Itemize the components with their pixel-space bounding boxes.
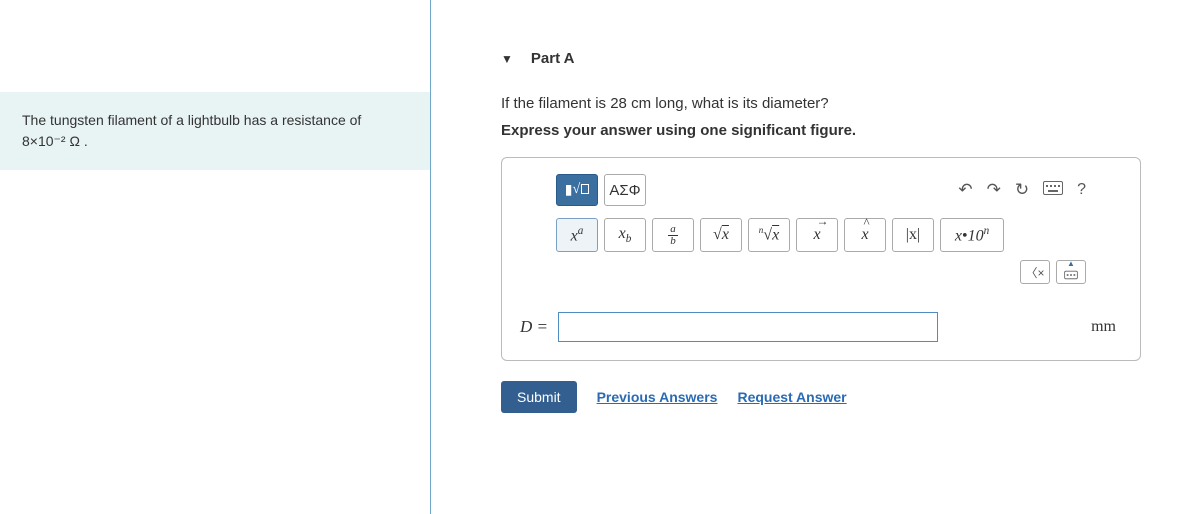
keyboard-icon[interactable]	[1043, 180, 1063, 200]
request-answer-link[interactable]: Request Answer	[737, 389, 846, 405]
greek-tab[interactable]: ΑΣΦ	[604, 174, 646, 206]
collapse-caret-icon[interactable]: ▼	[501, 52, 513, 66]
left-panel: The tungsten filament of a lightbulb has…	[0, 0, 430, 514]
answer-input[interactable]	[558, 312, 938, 342]
fraction-button[interactable]: ab	[652, 218, 694, 252]
backspace-button[interactable]: 〈×	[1020, 260, 1050, 284]
abs-button[interactable]: |x|	[892, 218, 934, 252]
hat-button[interactable]: ^x	[844, 218, 886, 252]
nth-root-button[interactable]: n√x	[748, 218, 790, 252]
help-icon[interactable]: ?	[1077, 181, 1086, 199]
right-panel: ▼ Part A If the filament is 28 cm long, …	[431, 0, 1200, 514]
answer-label: D =	[520, 317, 548, 337]
part-header[interactable]: ▼ Part A	[501, 50, 1170, 67]
answer-row: D = mm	[520, 312, 1122, 342]
toolbar-row-1: ▮√ ΑΣΦ ↶ ↷ ↻ ?	[520, 174, 1122, 218]
subscript-button[interactable]: xb	[604, 218, 646, 252]
reset-icon[interactable]: ↻	[1015, 180, 1029, 200]
sqrt-button[interactable]: √x	[700, 218, 742, 252]
undo-icon[interactable]: ↶	[958, 180, 972, 200]
superscript-button[interactable]: xa	[556, 218, 598, 252]
mini-toolbar: 〈× ▲	[520, 252, 1122, 284]
problem-text: The tungsten filament of a lightbulb has…	[22, 112, 361, 149]
answer-unit: mm	[1091, 318, 1116, 336]
action-row: Submit Previous Answers Request Answer	[501, 381, 1170, 413]
scientific-notation-button[interactable]: x•10n	[940, 218, 1004, 252]
question-text: If the filament is 28 cm long, what is i…	[501, 95, 1170, 112]
previous-answers-link[interactable]: Previous Answers	[597, 389, 718, 405]
instruction-text: Express your answer using one significan…	[501, 122, 1170, 139]
part-label: Part A	[531, 50, 575, 67]
redo-icon[interactable]: ↷	[987, 180, 1001, 200]
vector-button[interactable]: →x	[796, 218, 838, 252]
toolbar-row-2: xa xb ab √x n√x →x ^x |x| x•10n	[520, 218, 1122, 252]
math-templates-tab[interactable]: ▮√	[556, 174, 598, 206]
keyboard-toggle-button[interactable]: ▲	[1056, 260, 1086, 284]
equation-editor: ▮√ ΑΣΦ ↶ ↷ ↻ ? xa xb ab √x n√x →x	[501, 157, 1141, 361]
problem-statement: The tungsten filament of a lightbulb has…	[0, 92, 430, 170]
submit-button[interactable]: Submit	[501, 381, 577, 413]
